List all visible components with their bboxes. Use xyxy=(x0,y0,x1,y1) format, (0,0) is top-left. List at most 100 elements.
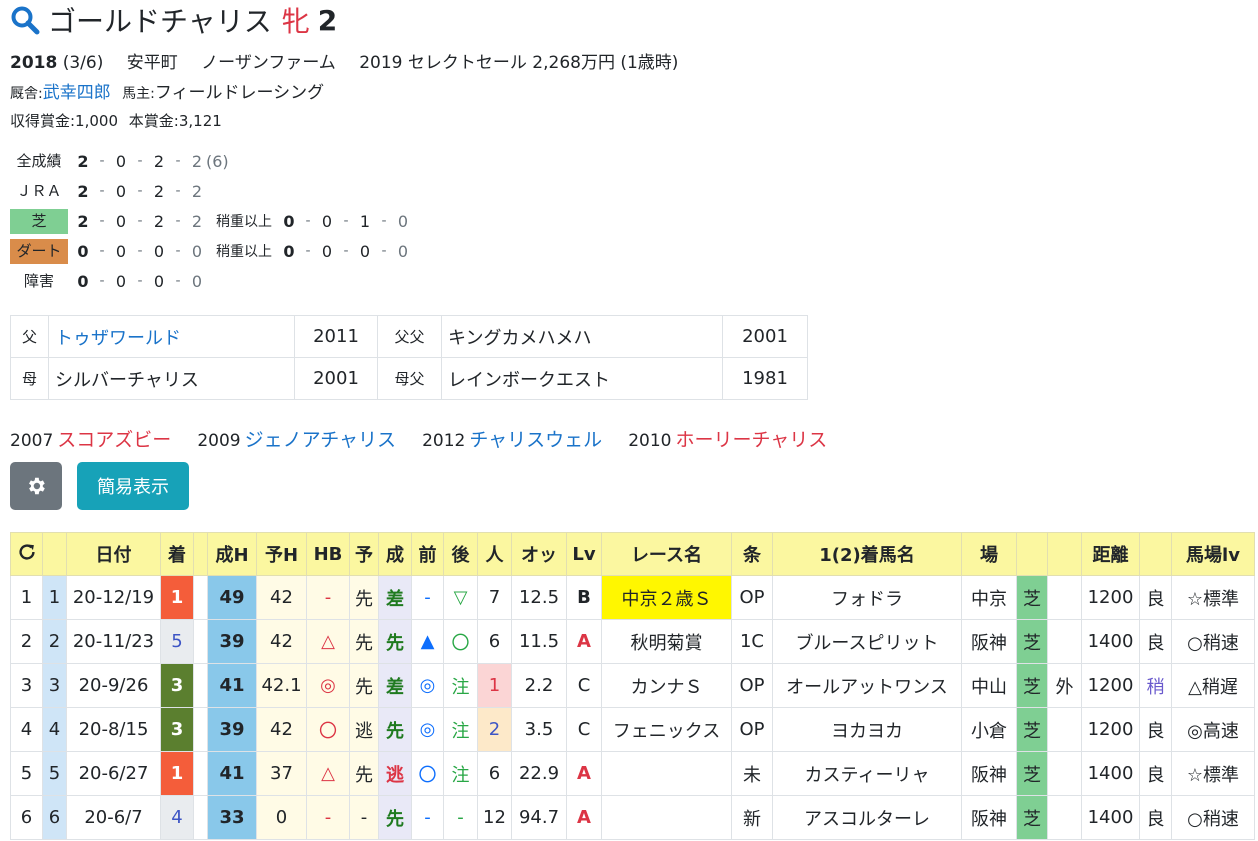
refresh-icon[interactable] xyxy=(16,541,38,563)
table-row[interactable]: 6 6 20-6/7 4 33 0- - 先 - -12 94.7 A 新アスコルターレ 阪神芝 1400 良… xyxy=(10,795,1255,840)
sire-link[interactable]: トゥザワールド xyxy=(48,315,295,358)
table-row[interactable]: 3 3 20-9/26 3 41 42.1 ◎ 先差 ◎ 注 1 2.2 C カンナＳ OP オールアットワン… xyxy=(10,663,1255,708)
horse-sex: 牝 xyxy=(281,5,310,38)
track-level: ☆標準 xyxy=(1171,575,1255,620)
col-header[interactable]: 人 xyxy=(477,532,512,576)
race-name[interactable] xyxy=(601,751,732,796)
yo-style: 先 xyxy=(349,619,379,664)
table-row[interactable]: 4 4 20-8/15 3 39 42 〇逃先 ◎ 注 2 3.5 C フェニックス OP ヨカヨカ 小倉芝 1… xyxy=(10,707,1255,752)
col-header[interactable]: 予H xyxy=(256,532,307,576)
odds: 2.2 xyxy=(511,663,567,708)
sale-info: 2019 セレクトセール 2,268万円 (1歳時) xyxy=(359,53,679,73)
surface: 芝 xyxy=(1016,707,1048,752)
zen-mark: 〇 xyxy=(411,751,444,796)
winner-name[interactable]: アスコルターレ xyxy=(772,795,962,840)
race-date[interactable]: 20-11/23 xyxy=(66,619,161,664)
race-date[interactable]: 20-12/19 xyxy=(66,575,161,620)
winner-name[interactable]: フォドラ xyxy=(772,575,962,620)
col-header[interactable]: 成 xyxy=(378,532,412,576)
record-value: 2 xyxy=(77,181,89,201)
col-header[interactable]: 1(2)着馬名 xyxy=(772,532,962,576)
col-header[interactable]: 前 xyxy=(411,532,444,576)
popularity: 6 xyxy=(477,751,512,796)
table-row[interactable]: 2 2 20-11/23 5 39 42 △ 先先 ▲ 〇 6 11.5 A 秋明菊賞 1C ブルースピリット… xyxy=(10,619,1255,664)
col-header[interactable]: レース名 xyxy=(601,532,732,576)
col-header[interactable]: 成H xyxy=(207,532,257,576)
birth-date: (3/6) xyxy=(62,53,104,73)
race-date[interactable]: 20-6/27 xyxy=(66,751,161,796)
sei-h: 33 xyxy=(207,795,257,840)
table-row[interactable]: 5 5 20-6/27 1 41 37 △ 先逃〇注 6 22.9 A 未カスティーリャ 阪神芝 1400… xyxy=(10,751,1255,796)
record-value: 0 xyxy=(115,181,127,201)
racecourse: 阪神 xyxy=(961,751,1017,796)
finish-position: 5 xyxy=(160,619,194,664)
sibling-link[interactable]: スコアズビー xyxy=(57,429,171,451)
col-header[interactable]: 日付 xyxy=(66,532,161,576)
refresh-cell[interactable] xyxy=(10,532,43,576)
col-header xyxy=(1016,532,1048,576)
yo-style: 先 xyxy=(349,751,379,796)
simple-view-button[interactable]: 簡易表示 xyxy=(77,462,189,510)
race-date[interactable]: 20-6/7 xyxy=(66,795,161,840)
winner-name[interactable]: ヨカヨカ xyxy=(772,707,962,752)
sibling-link[interactable]: チャリスウェル xyxy=(469,429,602,451)
race-name[interactable]: 中京２歳Ｓ xyxy=(601,575,732,620)
yo-h: 42 xyxy=(256,619,307,664)
pedigree-table: 父 トゥザワールド 2011 父父 キングカメハメハ 2001 母 シルバーチャ… xyxy=(10,315,808,400)
sei-h: 49 xyxy=(207,575,257,620)
col-header[interactable]: 距離 xyxy=(1081,532,1140,576)
race-history-table: 日付 着 成H 予H HB 予 成 前 後 人 オッ Lv レース名 条 1(2… xyxy=(10,532,1255,840)
record-value: 0 xyxy=(283,211,295,231)
col-header[interactable]: 馬場lv xyxy=(1171,532,1255,576)
go-mark: 注 xyxy=(443,707,478,752)
birthplace: 安平町 xyxy=(126,53,178,73)
trainer-link[interactable]: 武幸四郎 xyxy=(43,83,111,103)
race-class: OP xyxy=(731,575,773,620)
table-row[interactable]: 1 1 20-12/19 1 49 42- 先差 - ▽ 7 12.5 B 中京２歳Ｓ OP フォドラ 中京芝… xyxy=(10,575,1255,620)
search-icon[interactable] xyxy=(10,5,40,35)
finish-position: 4 xyxy=(160,795,194,840)
record-value: 0 xyxy=(153,271,165,291)
row-index: 2 xyxy=(42,619,67,664)
sibling-link[interactable]: ジェノアチャリス xyxy=(245,429,396,451)
race-name[interactable] xyxy=(601,795,732,840)
course-side xyxy=(1047,575,1082,620)
row-number: 2 xyxy=(10,619,43,664)
col-header[interactable]: 場 xyxy=(961,532,1017,576)
track-condition: 良 xyxy=(1139,795,1172,840)
spacer xyxy=(193,619,208,664)
level: B xyxy=(566,575,602,620)
sibling-link[interactable]: ホーリーチャリス xyxy=(675,429,827,451)
settings-button[interactable] xyxy=(10,462,62,510)
yo-h: 42 xyxy=(256,575,307,620)
col-header[interactable]: 後 xyxy=(443,532,478,576)
record-value: 2 xyxy=(191,151,203,171)
sei-h: 39 xyxy=(207,707,257,752)
race-name[interactable]: カンナＳ xyxy=(601,663,732,708)
level: C xyxy=(566,663,602,708)
race-class: 1C xyxy=(731,619,773,664)
col-header[interactable]: 着 xyxy=(160,532,194,576)
col-header[interactable]: HB xyxy=(306,532,350,576)
winner-name[interactable]: カスティーリャ xyxy=(772,751,962,796)
col-header[interactable]: 予 xyxy=(349,532,379,576)
winner-name[interactable]: ブルースピリット xyxy=(772,619,962,664)
sei-style: 逃 xyxy=(378,751,412,796)
row-index: 6 xyxy=(42,795,67,840)
record-value: 0 xyxy=(115,211,127,231)
record-extra: (6) xyxy=(206,151,229,171)
winner-name[interactable]: オールアットワンス xyxy=(772,663,962,708)
dam-year: 2001 xyxy=(294,357,378,400)
col-header[interactable]: オッ xyxy=(511,532,567,576)
race-date[interactable]: 20-9/26 xyxy=(66,663,161,708)
col-header[interactable]: Lv xyxy=(566,532,602,576)
race-name[interactable]: フェニックス xyxy=(601,707,732,752)
record-value: 0 xyxy=(397,211,409,231)
record-value: 2 xyxy=(77,211,89,231)
dam-sire: レインボークエスト xyxy=(441,357,723,400)
race-date[interactable]: 20-8/15 xyxy=(66,707,161,752)
col-header[interactable]: 条 xyxy=(731,532,773,576)
race-name[interactable]: 秋明菊賞 xyxy=(601,619,732,664)
record-turf: 芝 2- 0- 2- 2 稍重以上 0- 0- 1- 0 xyxy=(10,208,410,234)
level: A xyxy=(566,795,602,840)
